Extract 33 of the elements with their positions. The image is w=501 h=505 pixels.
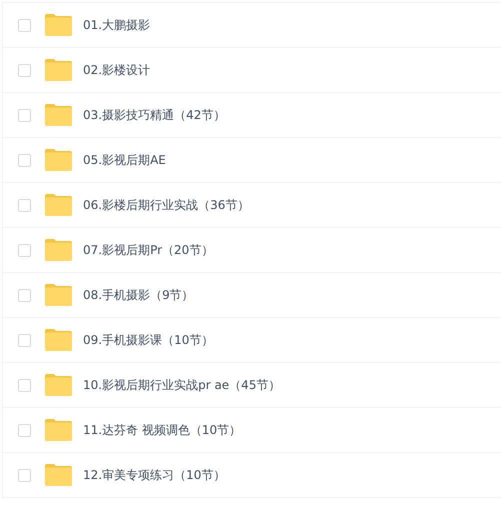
- folder-name[interactable]: 12.审美专项练习（10节）: [83, 466, 226, 484]
- folder-name[interactable]: 07.影视后期Pr（20节）: [83, 242, 214, 258]
- folder-icon: [45, 194, 72, 216]
- folder-name[interactable]: 03.摄影技巧精通（42节）: [83, 106, 226, 124]
- folder-name[interactable]: 09.手机摄影课（10节）: [83, 332, 214, 348]
- folder-icon: [45, 104, 72, 126]
- folder-name[interactable]: 01.大鹏摄影: [83, 16, 150, 34]
- folder-name[interactable]: 10.影视后期行业实战pr ae（45节）: [83, 376, 280, 394]
- checkbox[interactable]: [18, 108, 31, 122]
- checkbox[interactable]: [18, 64, 31, 76]
- folder-name[interactable]: 06.影楼后期行业实战（36节）: [83, 196, 250, 214]
- folder-icon: [45, 149, 72, 171]
- folder-icon: [45, 14, 72, 36]
- folder-icon: [45, 419, 72, 441]
- folder-name[interactable]: 02.影楼设计: [83, 62, 150, 78]
- folder-icon: [45, 284, 72, 306]
- folder-icon: [45, 329, 72, 351]
- folder-icon: [45, 374, 72, 396]
- folder-icon: [45, 239, 72, 261]
- checkbox[interactable]: [18, 288, 31, 302]
- checkbox[interactable]: [18, 18, 31, 32]
- folder-name[interactable]: 11.达芬奇 视频调色（10节）: [83, 422, 242, 438]
- checkbox[interactable]: [18, 424, 31, 436]
- checkbox[interactable]: [18, 334, 31, 346]
- folder-icon: [45, 59, 72, 81]
- checkbox[interactable]: [18, 198, 31, 212]
- checkbox[interactable]: [18, 154, 31, 166]
- folder-icon: [45, 464, 72, 486]
- folder-name[interactable]: 08.手机摄影（9节）: [83, 286, 194, 304]
- checkbox[interactable]: [18, 378, 31, 392]
- checkbox[interactable]: [18, 468, 31, 482]
- checkbox[interactable]: [18, 244, 31, 256]
- folder-name[interactable]: 05.影视后期AE: [83, 152, 166, 168]
